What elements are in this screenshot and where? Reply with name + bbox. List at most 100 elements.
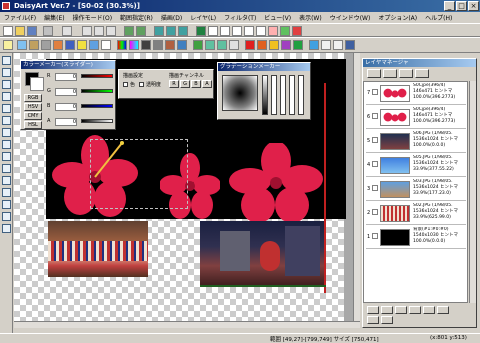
gradient-bar-2[interactable] bbox=[271, 75, 277, 115]
info-icon[interactable] bbox=[345, 40, 355, 50]
close-button[interactable]: × bbox=[468, 1, 479, 11]
print-icon[interactable] bbox=[43, 26, 53, 36]
select-poly-icon[interactable] bbox=[232, 26, 242, 36]
layer-list-scrollbar[interactable] bbox=[469, 81, 476, 303]
visibility-checkbox[interactable] bbox=[372, 113, 378, 119]
visibility-checkbox[interactable] bbox=[372, 233, 378, 239]
menu-layer[interactable]: レイヤ(L) bbox=[186, 12, 220, 23]
pen-icon[interactable] bbox=[333, 40, 343, 50]
canvas-vscroll[interactable] bbox=[353, 53, 360, 321]
layer-row[interactable]: 4 S05.JPG (1/98/05. 1536x1024 ヒントマ 33.9%(3… bbox=[366, 154, 466, 177]
channel-r-value[interactable]: 0 bbox=[55, 73, 77, 81]
tool-gradient-icon[interactable] bbox=[2, 212, 11, 221]
level-icon[interactable] bbox=[177, 40, 187, 50]
zoom-out-icon[interactable] bbox=[136, 26, 146, 36]
mode-hsl-button[interactable]: HSL bbox=[24, 121, 42, 129]
visibility-checkbox[interactable] bbox=[372, 185, 378, 191]
mode-rgb-button[interactable]: RGB bbox=[24, 94, 42, 102]
contrast-icon[interactable] bbox=[141, 40, 151, 50]
menu-range[interactable]: 範囲指定(R) bbox=[116, 12, 157, 23]
layer-row[interactable]: 3 S03.JPG (1/98/05. 1536x1024 ヒントマ 33.9%(1… bbox=[366, 178, 466, 201]
tool-rect-icon[interactable] bbox=[2, 104, 11, 113]
layer-down-icon[interactable] bbox=[166, 26, 176, 36]
flip-h-icon[interactable] bbox=[205, 40, 215, 50]
draw-channel-a[interactable]: A bbox=[202, 80, 212, 88]
layer-settings-button[interactable] bbox=[415, 69, 429, 78]
slider-g[interactable] bbox=[81, 89, 113, 93]
tool-text-icon[interactable] bbox=[2, 200, 11, 209]
mode-cmy-button[interactable]: CMY bbox=[24, 112, 42, 120]
hue-icon[interactable] bbox=[129, 40, 139, 50]
yellow-ball-icon[interactable] bbox=[269, 40, 279, 50]
mode-hsv-button[interactable]: HSV bbox=[24, 103, 42, 111]
select-rect-icon[interactable] bbox=[196, 26, 206, 36]
minimize-button[interactable]: _ bbox=[444, 1, 455, 11]
mosaic-icon[interactable] bbox=[89, 40, 99, 50]
layer-row[interactable]: 7 S0Cjpe(396/4) 146x471 ヒントマ 100.0%(396.27… bbox=[366, 82, 466, 105]
layer-copy-icon[interactable] bbox=[178, 26, 188, 36]
visibility-checkbox[interactable] bbox=[372, 89, 378, 95]
cut-icon[interactable] bbox=[82, 26, 92, 36]
channel-a-value[interactable]: 0 bbox=[55, 118, 77, 126]
menu-file[interactable]: ファイル(F) bbox=[0, 12, 40, 23]
red-ball-icon[interactable] bbox=[245, 40, 255, 50]
menu-filter[interactable]: フィルタ(T) bbox=[220, 12, 260, 23]
save-icon[interactable] bbox=[27, 26, 37, 36]
visibility-checkbox[interactable] bbox=[372, 209, 378, 215]
visibility-checkbox[interactable] bbox=[372, 161, 378, 167]
tool-blur-icon[interactable] bbox=[2, 164, 11, 173]
text-icon[interactable] bbox=[321, 40, 331, 50]
tool-fill-icon[interactable] bbox=[2, 128, 11, 137]
palette-icon[interactable] bbox=[117, 40, 127, 50]
edge-icon[interactable] bbox=[101, 40, 111, 50]
maximize-button[interactable]: □ bbox=[456, 1, 467, 11]
gradient-bar-3[interactable] bbox=[280, 75, 286, 115]
resize-icon[interactable] bbox=[229, 40, 239, 50]
layer-op-button[interactable] bbox=[409, 306, 421, 314]
tool-eraser-icon[interactable] bbox=[2, 140, 11, 149]
select-cancel-icon[interactable] bbox=[292, 26, 302, 36]
color-checkbox[interactable] bbox=[123, 82, 128, 87]
layer-op-button[interactable] bbox=[367, 306, 379, 314]
menu-draw[interactable]: 描画(D) bbox=[157, 12, 186, 23]
light-icon[interactable] bbox=[77, 40, 87, 50]
menu-display[interactable]: 表示(W) bbox=[295, 12, 326, 23]
paste-icon[interactable] bbox=[106, 26, 116, 36]
orange-ball-icon[interactable] bbox=[257, 40, 267, 50]
draw-channel-b[interactable]: B bbox=[191, 80, 201, 88]
stamp-icon[interactable] bbox=[29, 40, 39, 50]
select-ellipse-icon[interactable] bbox=[220, 26, 230, 36]
menu-help[interactable]: ヘルプ(H) bbox=[421, 12, 456, 23]
open-layer-button[interactable] bbox=[383, 69, 397, 78]
brush-icon[interactable] bbox=[17, 40, 27, 50]
layer-op-button[interactable] bbox=[423, 306, 435, 314]
layer-op-button[interactable] bbox=[395, 306, 407, 314]
flip-v-icon[interactable] bbox=[217, 40, 227, 50]
tool-curve-icon[interactable] bbox=[2, 92, 11, 101]
layer-merge-button[interactable] bbox=[367, 316, 379, 324]
layer-row[interactable]: 1 背景(#1:#0:#0) 1540x1030 ヒントマ 100.0%(0.0.0… bbox=[366, 226, 466, 249]
menu-view[interactable]: ビュー(V) bbox=[260, 12, 295, 23]
layer-row[interactable]: 6 S0Cjpe(396/4) 146x471 ヒントマ 100.0%(396.27… bbox=[366, 106, 466, 129]
copy-icon[interactable] bbox=[94, 26, 104, 36]
new-layer-button[interactable] bbox=[367, 69, 381, 78]
layer-op-button[interactable] bbox=[381, 306, 393, 314]
tool-brush-icon[interactable] bbox=[2, 68, 11, 77]
tool-picker-icon[interactable] bbox=[2, 224, 11, 233]
menu-mode[interactable]: 操作モード(O) bbox=[69, 12, 116, 23]
canvas-area[interactable]: カラーメーカー(スライダー) RGB HSV CMY HSL R G B A 0… bbox=[14, 53, 360, 328]
undo-icon[interactable] bbox=[62, 26, 72, 36]
new-file-icon[interactable] bbox=[3, 26, 13, 36]
draw-channel-g[interactable]: G bbox=[180, 80, 190, 88]
channel-g-value[interactable]: 0 bbox=[55, 88, 77, 96]
tool-ellipse-icon[interactable] bbox=[2, 116, 11, 125]
magic-icon[interactable] bbox=[309, 40, 319, 50]
select-free-icon[interactable] bbox=[208, 26, 218, 36]
layer-row[interactable]: 5 S06.JPG (1/98/05. 1536x1024 ヒントマ 100.0%(… bbox=[366, 130, 466, 153]
delete-layer-button[interactable] bbox=[399, 69, 413, 78]
gray-icon[interactable] bbox=[153, 40, 163, 50]
tool-spray-icon[interactable] bbox=[2, 152, 11, 161]
tool-smudge-icon[interactable] bbox=[2, 176, 11, 185]
menu-window[interactable]: ウインドウ(W) bbox=[326, 12, 375, 23]
paint-icon[interactable] bbox=[3, 40, 13, 50]
